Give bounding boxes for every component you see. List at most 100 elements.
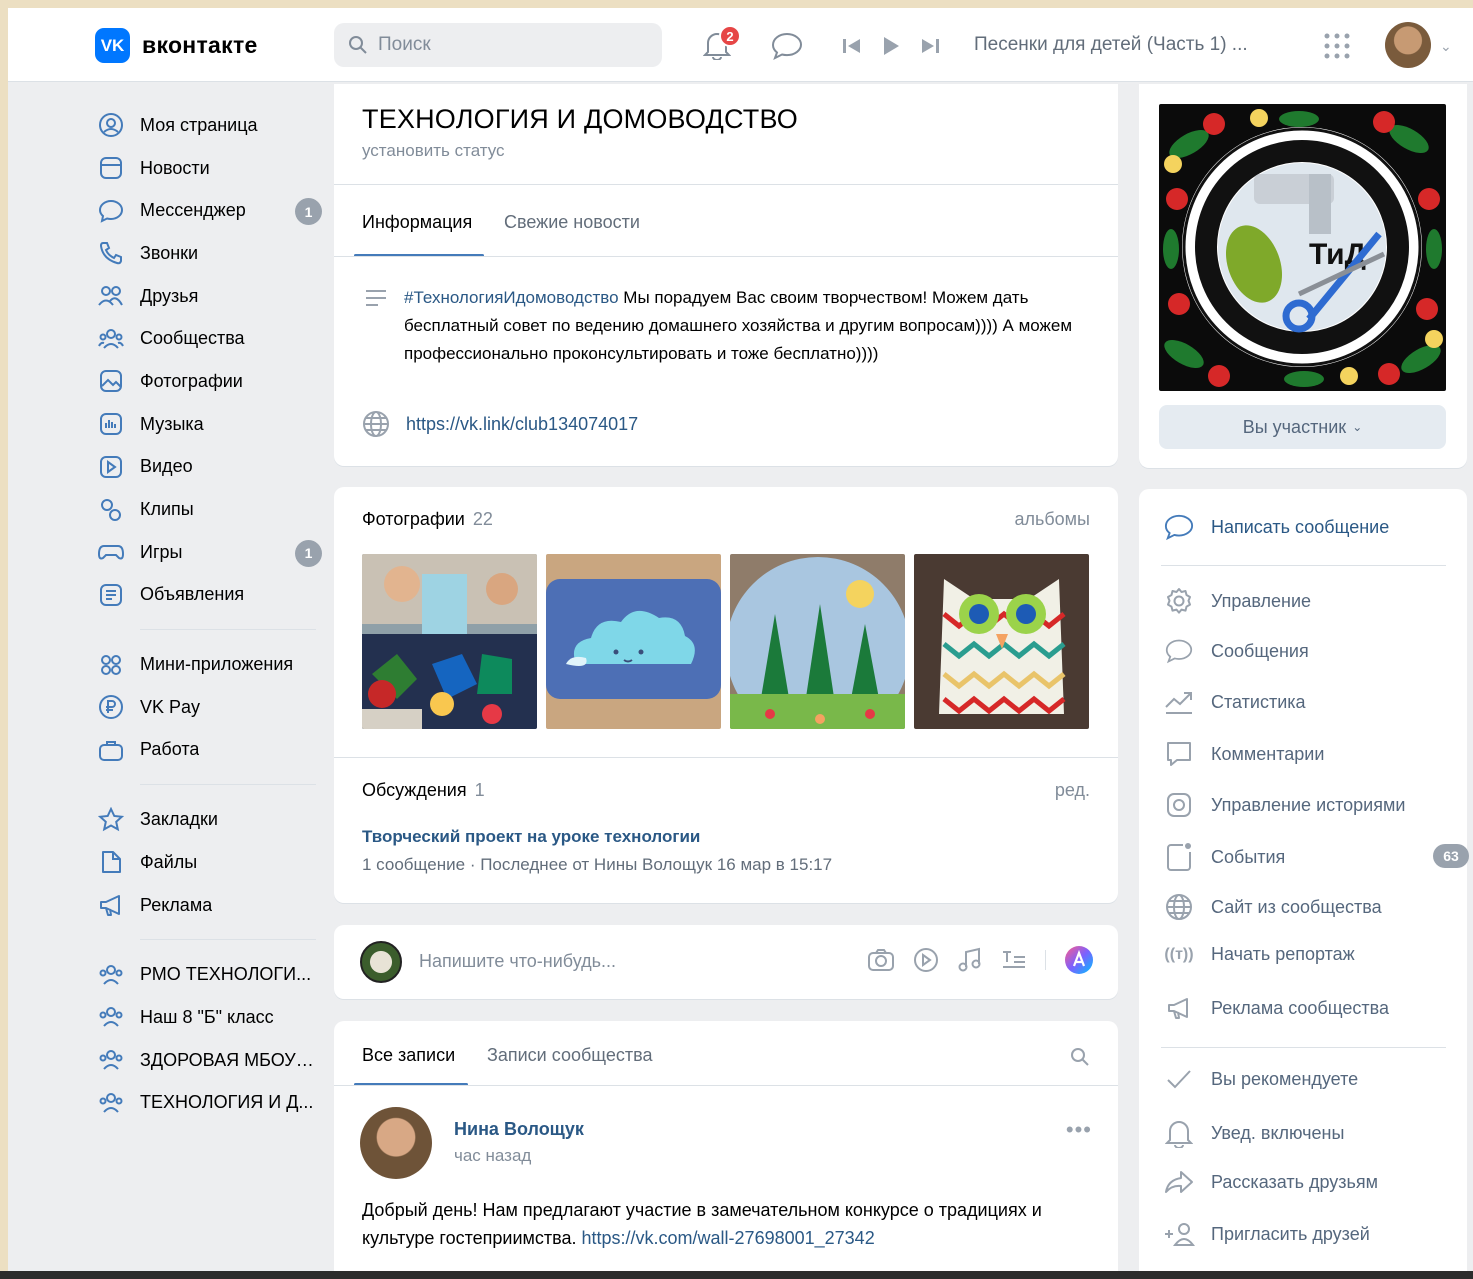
sidebar-item-label: Новости (140, 157, 210, 178)
action-site[interactable]: Сайт из сообщества (1163, 893, 1382, 921)
photos-discussions-card: Фотографии 22 альбомы Обсуждения 1 ред. … (334, 487, 1118, 903)
photo-thumbnail-1[interactable] (362, 554, 537, 729)
search-icon[interactable] (1070, 1047, 1090, 1067)
sidebar-item-music[interactable]: Музыка (96, 403, 316, 446)
action-notifications[interactable]: Увед. включены (1163, 1118, 1344, 1148)
sidebar-item-work[interactable]: Работа (96, 729, 316, 772)
sidebar-item-communities[interactable]: Сообщества (96, 317, 316, 360)
photo-thumbnail-3[interactable] (730, 554, 905, 729)
sidebar-item-my-page[interactable]: Моя страница (96, 104, 316, 147)
tab-all-posts[interactable]: Все записи (362, 1045, 455, 1066)
post-author-name[interactable]: Нина Волощук (454, 1119, 584, 1140)
action-broadcast[interactable]: ((т)) Начать репортаж (1163, 944, 1354, 965)
video-icon[interactable] (913, 947, 939, 973)
next-track-icon[interactable] (920, 37, 940, 55)
sidebar-item-news[interactable]: Новости (96, 147, 316, 190)
set-status-link[interactable]: установить статус (362, 141, 505, 161)
audio-player-controls (842, 36, 940, 56)
sidebar-item-video[interactable]: Видео (96, 446, 316, 489)
action-label: События (1211, 846, 1286, 867)
tab-fresh-news[interactable]: Свежие новости (504, 212, 640, 233)
sidebar-group-technology[interactable]: ТЕХНОЛОГИЯ И Д... (96, 1081, 316, 1124)
message-icon (1163, 513, 1195, 541)
membership-label: Вы участник (1242, 416, 1347, 437)
wall-card: Все записи Записи сообщества Нина Волощу… (334, 1021, 1118, 1271)
messages-icon[interactable] (771, 32, 803, 60)
discussions-header[interactable]: Обсуждения 1 (362, 780, 485, 801)
discussions-title: Обсуждения (362, 780, 467, 800)
photo-owl-pillow-image (914, 554, 1089, 729)
albums-link[interactable]: альбомы (1014, 509, 1090, 530)
group-cover-card: ТиД Вы участник ⌄ (1139, 84, 1467, 468)
sidebar-item-bookmarks[interactable]: Закладки (96, 798, 316, 841)
post-link[interactable]: https://vk.com/wall-27698001_27342 (582, 1228, 875, 1248)
action-invite[interactable]: Пригласить друзей (1163, 1220, 1370, 1248)
action-recommend[interactable]: Вы рекомендуете (1163, 1067, 1358, 1091)
post-author-avatar[interactable] (360, 1107, 432, 1179)
new-post-input[interactable]: Напишите что-нибудь... (419, 951, 616, 972)
user-avatar[interactable] (1385, 22, 1431, 68)
action-stories[interactable]: Управление историями (1163, 791, 1405, 819)
composer-toolbar (867, 945, 1094, 975)
chevron-down-icon[interactable]: ⌄ (1440, 38, 1452, 55)
events-count-badge: 63 (1433, 844, 1469, 868)
write-message-button[interactable]: Написать сообщение (1163, 513, 1389, 541)
ai-assistant-icon[interactable] (1064, 945, 1094, 975)
photo-thumbnail-2[interactable] (546, 554, 721, 729)
sidebar-item-files[interactable]: Файлы (96, 841, 316, 884)
events-icon (1163, 842, 1195, 872)
action-label: Комментарии (1211, 743, 1325, 764)
hashtag-link[interactable]: #ТехнологияИдомоводство (404, 288, 619, 307)
article-icon[interactable] (1001, 948, 1027, 972)
sidebar-item-friends[interactable]: Друзья (96, 275, 316, 318)
mini-apps-icon (96, 652, 126, 678)
search-input[interactable]: Поиск (334, 23, 662, 67)
discussions-count: 1 (474, 780, 485, 800)
action-comments[interactable]: Комментарии (1163, 740, 1324, 768)
check-icon (1163, 1067, 1195, 1091)
group-avatar-image[interactable]: ТиД (1159, 104, 1446, 391)
discussion-topic-link[interactable]: Творческий проект на уроке технологии (362, 827, 700, 847)
discussions-edit-link[interactable]: ред. (1055, 780, 1090, 801)
share-icon (1163, 1169, 1195, 1195)
sidebar-item-ads[interactable]: Реклама (96, 884, 316, 927)
action-events[interactable]: События 63 (1163, 842, 1469, 872)
membership-button[interactable]: Вы участник ⌄ (1159, 405, 1446, 449)
previous-track-icon[interactable] (842, 37, 862, 55)
play-icon[interactable] (882, 36, 900, 56)
action-messages[interactable]: Сообщения (1163, 638, 1309, 664)
post-timestamp[interactable]: час назад (454, 1146, 531, 1166)
photo-thumbnail-4[interactable] (914, 554, 1089, 729)
apps-grid-icon[interactable] (1324, 33, 1350, 59)
video-icon (96, 454, 126, 480)
sidebar-item-vkpay[interactable]: VK Pay (96, 686, 316, 729)
sidebar-item-classifieds[interactable]: Объявления (96, 574, 316, 617)
action-manage[interactable]: Управление (1163, 587, 1311, 615)
sidebar-item-clips[interactable]: Клипы (96, 488, 316, 531)
sidebar-item-photos[interactable]: Фотографии (96, 360, 316, 403)
sidebar-divider (140, 629, 316, 631)
music-note-icon[interactable] (957, 947, 983, 973)
action-statistics[interactable]: Статистика (1163, 689, 1306, 715)
tab-information[interactable]: Информация (362, 212, 472, 233)
sidebar-item-calls[interactable]: Звонки (96, 232, 316, 275)
vk-logo[interactable]: VK вконтакте (95, 28, 258, 63)
sidebar-item-mini-apps[interactable]: Мини-приложения (96, 643, 316, 686)
news-icon (96, 155, 126, 181)
group-website-link[interactable]: https://vk.link/club134074017 (406, 414, 638, 435)
group-avatar (360, 941, 402, 983)
more-options-icon[interactable]: ••• (1066, 1117, 1092, 1143)
sidebar-group-rmo[interactable]: РМО ТЕХНОЛОГИ... (96, 953, 316, 996)
photos-header[interactable]: Фотографии 22 (362, 509, 493, 530)
camera-icon[interactable] (867, 948, 895, 972)
action-promote[interactable]: Реклама сообщества (1163, 995, 1389, 1021)
now-playing-title[interactable]: Песенки для детей (Часть 1) ... (974, 34, 1248, 56)
sidebar-item-games[interactable]: Игры 1 (96, 531, 322, 574)
sidebar-group-healthy[interactable]: ЗДОРОВАЯ МБОУ ... (96, 1039, 316, 1082)
sidebar-item-messenger[interactable]: Мессенджер 1 (96, 189, 322, 232)
tab-community-posts[interactable]: Записи сообщества (487, 1045, 653, 1066)
bookmark-icon (96, 806, 126, 833)
sidebar-group-class[interactable]: Наш 8 "Б" класс (96, 996, 316, 1039)
divider (334, 1085, 1118, 1086)
action-share[interactable]: Рассказать друзьям (1163, 1169, 1378, 1195)
